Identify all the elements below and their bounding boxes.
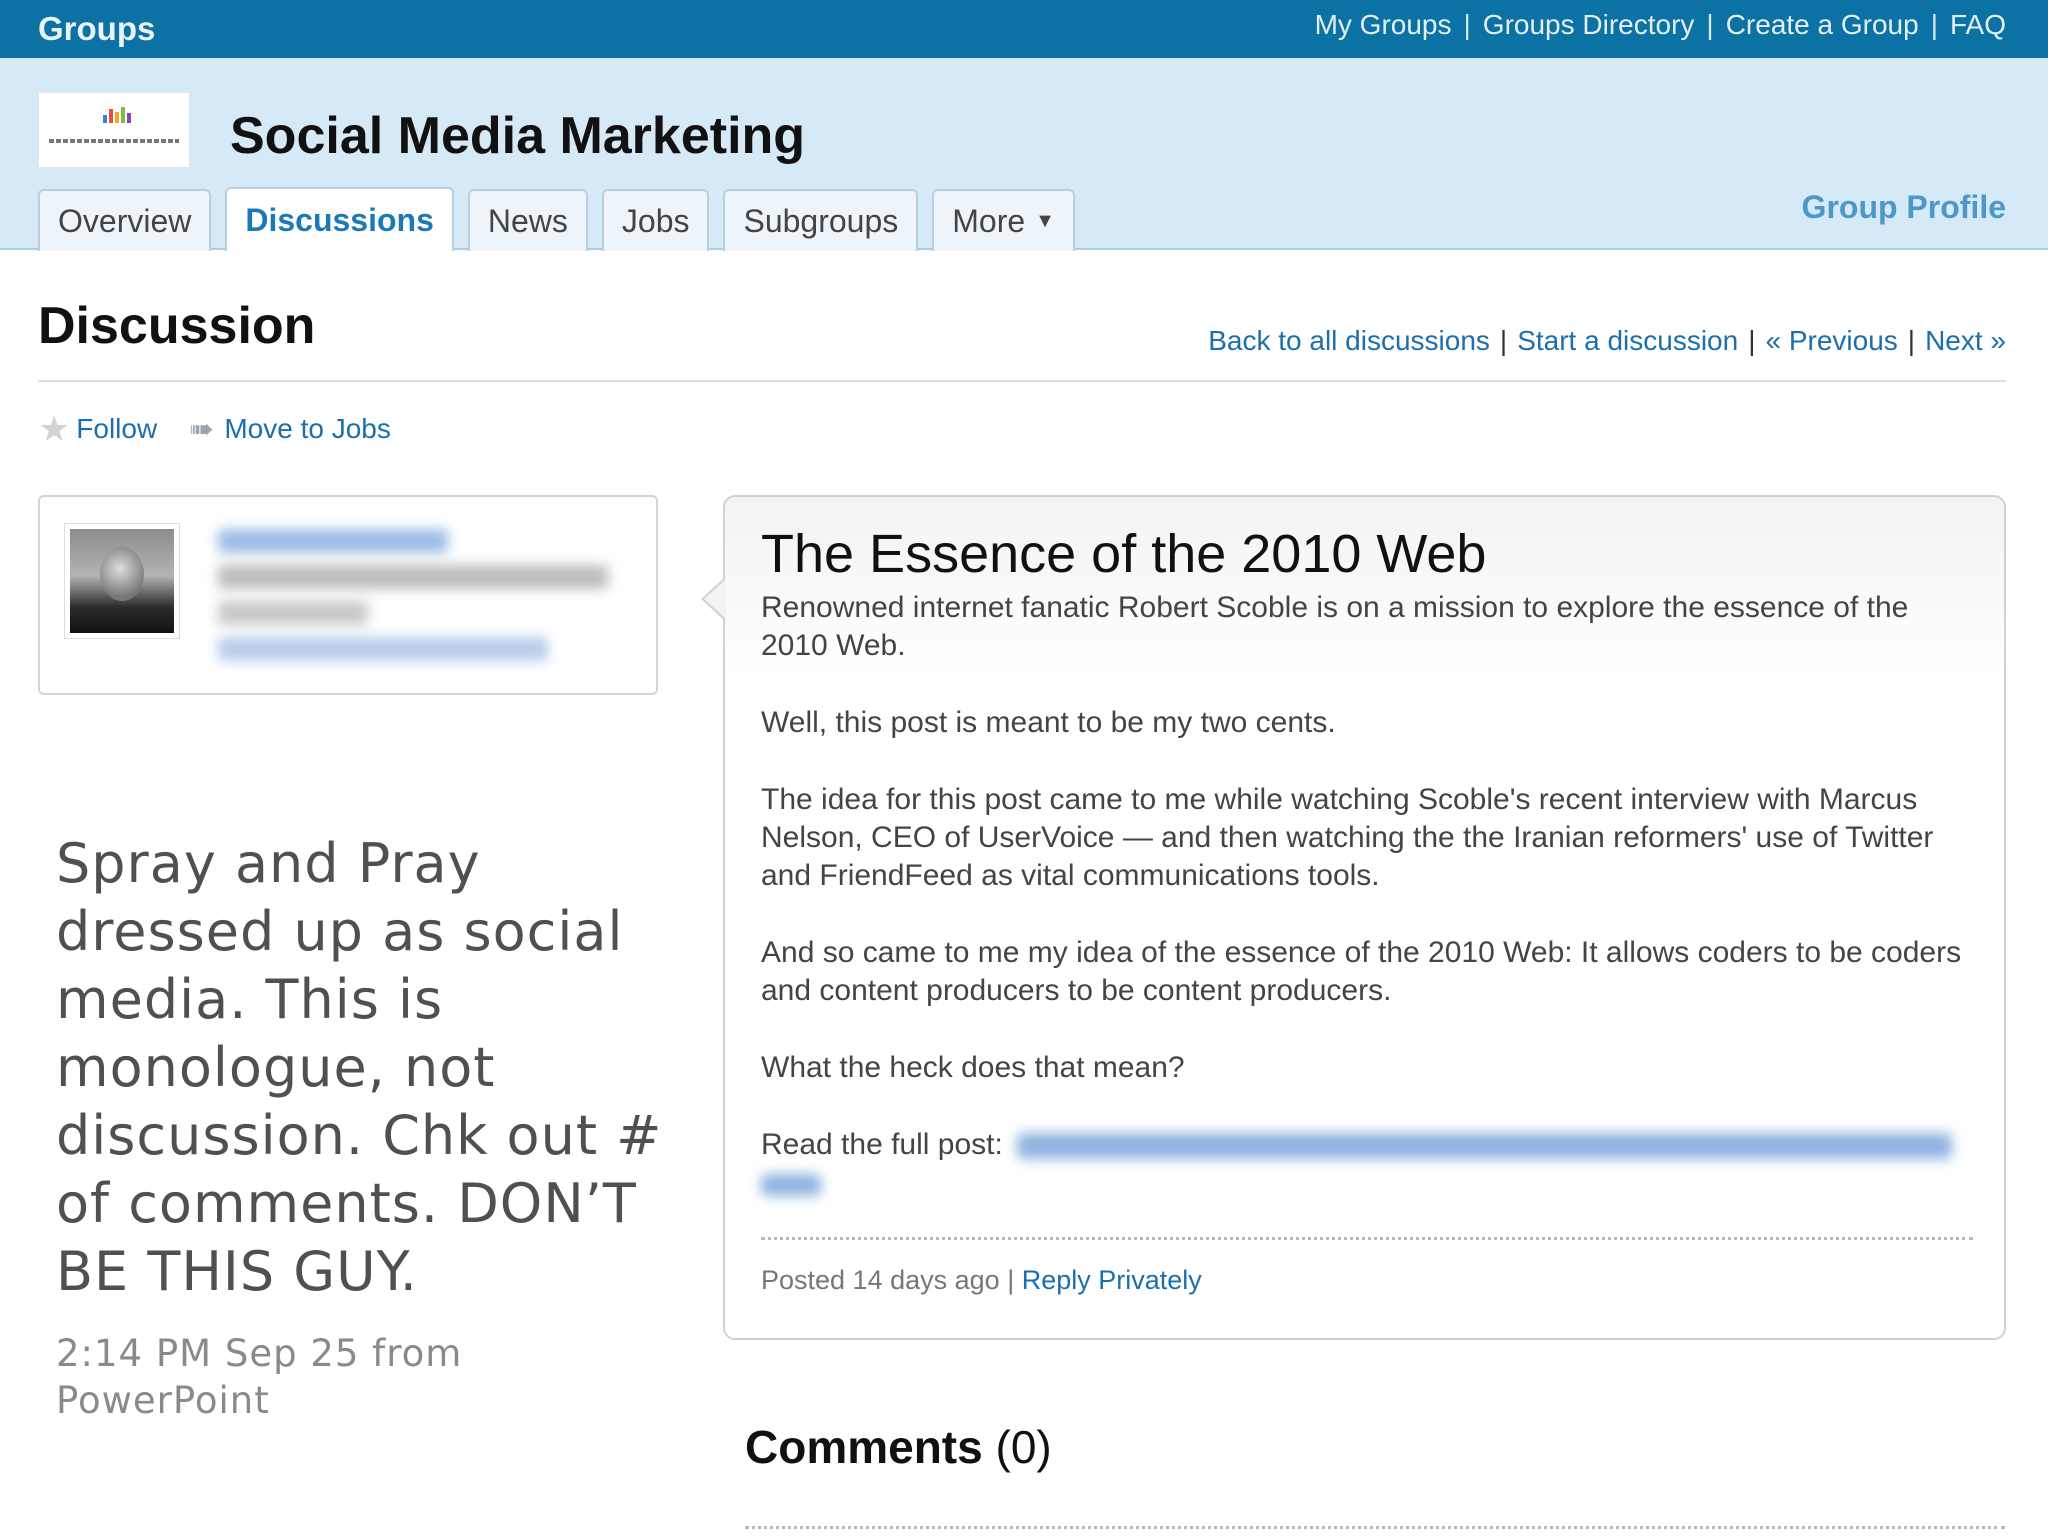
separator: | (1930, 9, 1938, 40)
logo-bars (103, 107, 131, 123)
comments-divider (745, 1526, 2005, 1529)
author-name-blurred[interactable] (218, 529, 448, 553)
post-body: Renowned internet fanatic Robert Scoble … (761, 589, 1971, 1196)
group-header: Social Media Marketing Overview Discussi… (0, 58, 2048, 251)
back-to-discussions-link[interactable]: Back to all discussions (1208, 325, 1490, 357)
separator: | (1007, 1265, 1022, 1295)
tab-subgroups[interactable]: Subgroups (723, 189, 919, 251)
comments-heading: Comments (0) (745, 1420, 1052, 1474)
groups-brand[interactable]: Groups (38, 10, 155, 48)
separator: | (1706, 9, 1714, 40)
discussion-heading: Discussion (38, 297, 316, 355)
separator: | (1499, 325, 1508, 356)
post-pointer (701, 577, 726, 621)
avatar-photo (70, 529, 174, 633)
post-meta: Posted 14 days ago | Reply Privately (761, 1265, 1202, 1296)
post-box: The Essence of the 2010 Web Renowned int… (701, 495, 2006, 1340)
overlay-comment: Spray and Pray dressed up as social medi… (56, 832, 663, 1303)
tab-more[interactable]: More ▼ (932, 189, 1075, 251)
group-tabs: Overview Discussions News Jobs Subgroups… (38, 187, 1075, 251)
next-link[interactable]: Next » (1925, 325, 2006, 357)
move-label: Move to Jobs (224, 413, 391, 444)
divider (38, 380, 2006, 382)
overlay-meta: 2:14 PM Sep 25 from PowerPoint (56, 1332, 463, 1422)
group-profile-link[interactable]: Group Profile (1802, 189, 2006, 226)
tab-news[interactable]: News (467, 189, 588, 251)
reply-privately-link[interactable]: Reply Privately (1022, 1265, 1202, 1295)
groups-directory-link[interactable]: Groups Directory (1483, 9, 1695, 41)
comments-label: Comments (745, 1421, 983, 1473)
start-discussion-link[interactable]: Start a discussion (1517, 325, 1738, 357)
author-link-blurred[interactable] (218, 637, 548, 661)
group-title[interactable]: Social Media Marketing (230, 106, 805, 166)
group-logo[interactable] (38, 92, 190, 168)
post-title: The Essence of the 2010 Web (761, 524, 1487, 584)
top-links: My Groups | Groups Directory | Create a … (1315, 9, 2006, 41)
post-paragraph: The idea for this post came to me while … (761, 783, 1934, 892)
discussion-actions: ★ Follow ➠ Move to Jobs (38, 408, 391, 450)
post-paragraph: Well, this post is meant to be my two ce… (761, 706, 1336, 739)
read-full-post: Read the full post: (761, 1126, 1971, 1196)
separator: | (1907, 325, 1916, 356)
discussion-nav: Back to all discussions | Start a discus… (1208, 325, 2006, 357)
post-paragraph: Renowned internet fanatic Robert Scoble … (761, 591, 1909, 662)
read-full-label: Read the full post: (761, 1128, 1003, 1161)
separator: | (1748, 325, 1756, 356)
tab-overview[interactable]: Overview (38, 189, 212, 251)
faq-link[interactable]: FAQ (1950, 9, 2006, 41)
move-icon: ➠ (189, 412, 215, 446)
logo-tagline (49, 139, 179, 143)
author-card (38, 495, 658, 695)
separator: | (1463, 9, 1471, 40)
create-group-link[interactable]: Create a Group (1726, 9, 1919, 41)
author-company-blurred (218, 601, 368, 625)
previous-link[interactable]: « Previous (1765, 325, 1897, 357)
move-to-jobs-button[interactable]: ➠ Move to Jobs (157, 412, 391, 447)
tab-discussions[interactable]: Discussions (225, 187, 454, 251)
follow-button[interactable]: ★ Follow (38, 408, 157, 450)
author-title-blurred (218, 565, 608, 589)
post-link-blurred[interactable] (1017, 1133, 1953, 1160)
follow-label: Follow (76, 413, 158, 444)
avatar[interactable] (64, 523, 180, 639)
post-paragraph: And so came to me my idea of the essence… (761, 936, 1962, 1007)
posted-time: Posted 14 days ago (761, 1265, 1000, 1295)
tab-more-label: More (952, 202, 1026, 239)
post-link-blurred[interactable] (761, 1174, 821, 1196)
tab-jobs[interactable]: Jobs (601, 189, 710, 251)
star-icon: ★ (38, 408, 71, 449)
top-bar: Groups My Groups | Groups Directory | Cr… (0, 0, 2048, 58)
my-groups-link[interactable]: My Groups (1315, 9, 1452, 41)
comments-count: (0) (995, 1421, 1052, 1473)
post-divider (761, 1237, 1973, 1240)
caret-down-icon: ▼ (1035, 209, 1055, 232)
post-paragraph: What the heck does that mean? (761, 1051, 1185, 1084)
